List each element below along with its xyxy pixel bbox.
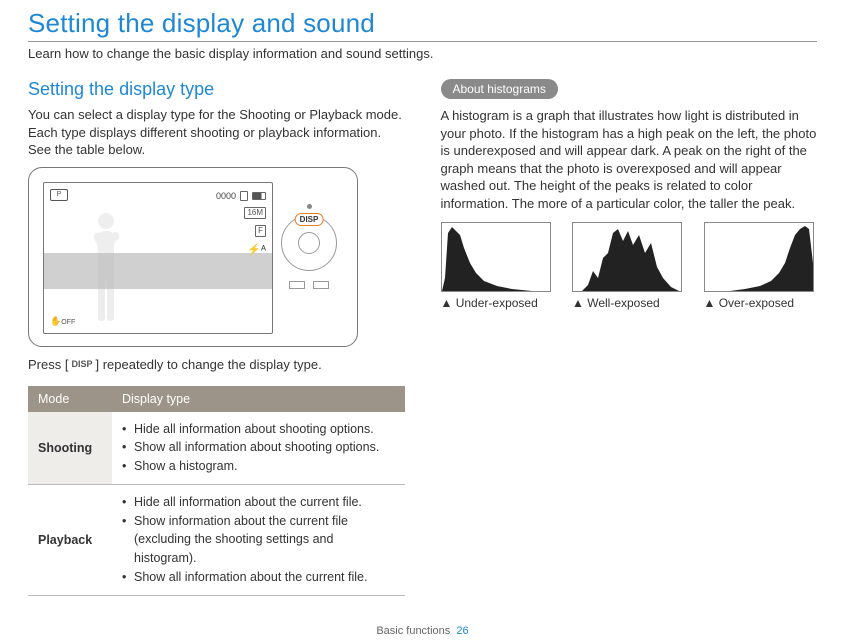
caption-well: ▲ Well-exposed (572, 296, 686, 310)
frame-counter: 0000 (216, 191, 236, 201)
list-item: Show all information about the current f… (122, 568, 395, 587)
display-type-intro: You can select a display type for the Sh… (28, 106, 405, 159)
camera-controls: DISP (281, 204, 337, 289)
disp-button-callout: DISP (295, 213, 324, 226)
histogram-paragraph: A histogram is a graph that illustrates … (441, 107, 818, 212)
type-cell-playback: Hide all information about the current f… (112, 484, 405, 595)
list-item: Show a histogram. (122, 457, 395, 476)
footer-section: Basic functions (376, 625, 450, 637)
quality-icon: F (255, 225, 266, 237)
flash-icon: ⚡ᴬ (247, 243, 266, 256)
page-footer: Basic functions 26 (0, 625, 845, 637)
rect-button-1 (289, 281, 305, 289)
th-display-type: Display type (112, 386, 405, 412)
lower-buttons (289, 281, 329, 289)
table-row: Shooting Hide all information about shoo… (28, 412, 405, 485)
list-item: Show information about the current file … (122, 512, 395, 568)
footer-page-number: 26 (456, 625, 468, 637)
histogram-under-icon (442, 223, 551, 292)
press-instruction: Press [DISP] repeatedly to change the di… (28, 357, 405, 372)
dpad-center (298, 232, 320, 254)
mode-cell-shooting: Shooting (28, 412, 112, 485)
caption-over: ▲ Over-exposed (704, 296, 818, 310)
camera-illustration: P 0000 16M F ⚡ᴬ ✋OFF D (28, 167, 358, 347)
battery-icon (252, 192, 266, 200)
table-row: Playback Hide all information about the … (28, 484, 405, 595)
histogram-well-exposed (572, 222, 682, 292)
table-header-row: Mode Display type (28, 386, 405, 412)
caption-under: ▲ Under-exposed (441, 296, 555, 310)
display-type-table: Mode Display type Shooting Hide all info… (28, 386, 405, 596)
list-item: Hide all information about shooting opti… (122, 420, 395, 439)
dpad-ring: DISP (281, 215, 337, 271)
about-histograms-pill: About histograms (441, 79, 558, 99)
rect-button-2 (313, 281, 329, 289)
mode-indicator-icon: P (50, 189, 68, 201)
screen-status-icons: 0000 16M F ⚡ᴬ (216, 191, 266, 256)
screen-strip (44, 253, 272, 289)
right-column: About histograms A histogram is a graph … (441, 79, 818, 596)
title-rule (28, 41, 817, 42)
camera-screen: P 0000 16M F ⚡ᴬ ✋OFF (43, 182, 273, 334)
page-subtitle: Learn how to change the basic display in… (28, 46, 817, 61)
content-columns: Setting the display type You can select … (28, 79, 817, 596)
type-cell-shooting: Hide all information about shooting opti… (112, 412, 405, 485)
list-item: Show all information about shooting opti… (122, 438, 395, 457)
histogram-item-over: ▲ Over-exposed (704, 222, 818, 310)
page-title: Setting the display and sound (28, 8, 817, 39)
stabilizer-off-icon: ✋OFF (50, 316, 75, 327)
histogram-over-icon (705, 223, 814, 292)
mode-cell-playback: Playback (28, 484, 112, 595)
th-mode: Mode (28, 386, 112, 412)
left-column: Setting the display type You can select … (28, 79, 405, 596)
histogram-well-icon (573, 223, 682, 292)
histogram-item-under: ▲ Under-exposed (441, 222, 555, 310)
disp-inline-icon: DISP (68, 359, 95, 369)
press-prefix: Press [ (28, 357, 68, 372)
histogram-under-exposed (441, 222, 551, 292)
histogram-over-exposed (704, 222, 814, 292)
person-silhouette-icon (84, 211, 134, 331)
indicator-dot (307, 204, 312, 209)
histogram-item-well: ▲ Well-exposed (572, 222, 686, 310)
list-item: Hide all information about the current f… (122, 493, 395, 512)
card-icon (240, 191, 248, 201)
histogram-examples-row: ▲ Under-exposed ▲ Well-exposed ▲ Over-ex… (441, 222, 818, 310)
resolution-icon: 16M (244, 207, 266, 219)
section-title-display-type: Setting the display type (28, 79, 405, 100)
press-suffix: ] repeatedly to change the display type. (95, 357, 321, 372)
